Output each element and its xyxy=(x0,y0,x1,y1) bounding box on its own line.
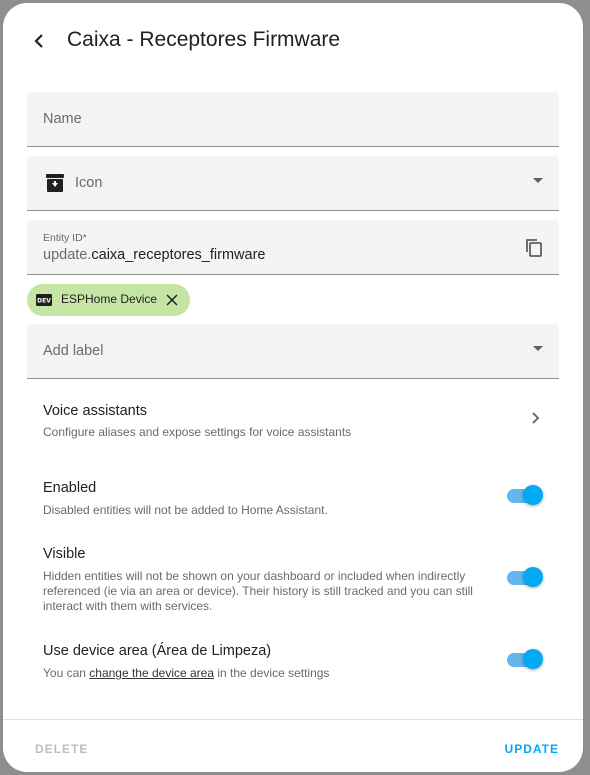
dialog-footer: DELETE UPDATE xyxy=(3,719,583,772)
copy-button[interactable] xyxy=(523,237,545,259)
enabled-title: Enabled xyxy=(43,480,97,496)
archive-down-icon xyxy=(46,174,64,192)
visible-subtitle: Hidden entities will not be shown on you… xyxy=(43,569,473,613)
delete-button[interactable]: DELETE xyxy=(35,742,88,756)
enabled-toggle[interactable] xyxy=(507,485,543,507)
entity-settings-dialog: Caixa - Receptores Firmware Name Icon En… xyxy=(3,3,583,772)
entity-id-field[interactable]: Entity ID* update.caixa_receptores_firmw… xyxy=(27,220,559,275)
label-placeholder: Add label xyxy=(43,343,104,359)
device-area-title: Use device area (Área de Limpeza) xyxy=(43,643,272,659)
dialog-title: Caixa - Receptores Firmware xyxy=(67,28,341,51)
change-device-area-link[interactable]: change the device area xyxy=(89,666,214,680)
back-button[interactable] xyxy=(23,25,55,57)
dropdown-arrow-icon xyxy=(533,178,543,183)
voice-assistants-subtitle: Configure aliases and expose settings fo… xyxy=(43,425,352,439)
device-area-subtitle-before: You can xyxy=(43,666,90,680)
device-area-toggle-knob xyxy=(523,649,543,669)
visible-row: Visible Hidden entities will not be show… xyxy=(43,546,553,614)
name-input[interactable]: Name xyxy=(27,92,559,147)
remove-chip-button[interactable] xyxy=(165,293,179,307)
device-chip[interactable]: DEV ESPHome Device xyxy=(27,284,190,316)
device-area-row: Use device area (Área de Limpeza) You ca… xyxy=(43,643,553,681)
chevron-left-icon xyxy=(34,34,43,48)
device-chip-label: ESPHome Device xyxy=(61,292,158,306)
update-button[interactable]: UPDATE xyxy=(505,742,559,756)
close-icon xyxy=(166,294,178,306)
device-area-toggle[interactable] xyxy=(507,649,543,671)
device-area-subtitle: You can change the device area in the de… xyxy=(43,666,483,681)
entity-id-text: caixa_receptores_firmware xyxy=(91,247,266,263)
enabled-toggle-knob xyxy=(523,485,543,505)
content-copy-icon xyxy=(526,239,542,257)
dropdown-arrow-icon xyxy=(533,346,543,351)
name-placeholder: Name xyxy=(43,111,82,127)
icon-picker[interactable]: Icon xyxy=(27,156,559,211)
voice-assistants-row[interactable]: Voice assistants Configure aliases and e… xyxy=(27,391,559,451)
enabled-subtitle: Disabled entities will not be added to H… xyxy=(43,503,328,517)
visible-title: Visible xyxy=(43,546,86,562)
entity-id-value: update.caixa_receptores_firmware xyxy=(43,247,265,263)
enabled-row: Enabled Disabled entities will not be ad… xyxy=(43,480,553,518)
dialog-header: Caixa - Receptores Firmware xyxy=(3,3,583,81)
icon-placeholder: Icon xyxy=(75,175,103,191)
label-picker[interactable]: Add label xyxy=(27,324,559,379)
chevron-right-icon xyxy=(532,412,540,424)
voice-assistants-title: Voice assistants xyxy=(43,403,147,419)
entity-id-label: Entity ID* xyxy=(43,232,87,244)
visible-toggle-knob xyxy=(523,567,543,587)
device-area-subtitle-after: in the device settings xyxy=(214,666,330,680)
visible-toggle[interactable] xyxy=(507,567,543,589)
dev-icon: DEV xyxy=(36,294,52,306)
entity-id-prefix: update. xyxy=(43,247,92,263)
dev-icon-text: DEV xyxy=(37,298,51,305)
